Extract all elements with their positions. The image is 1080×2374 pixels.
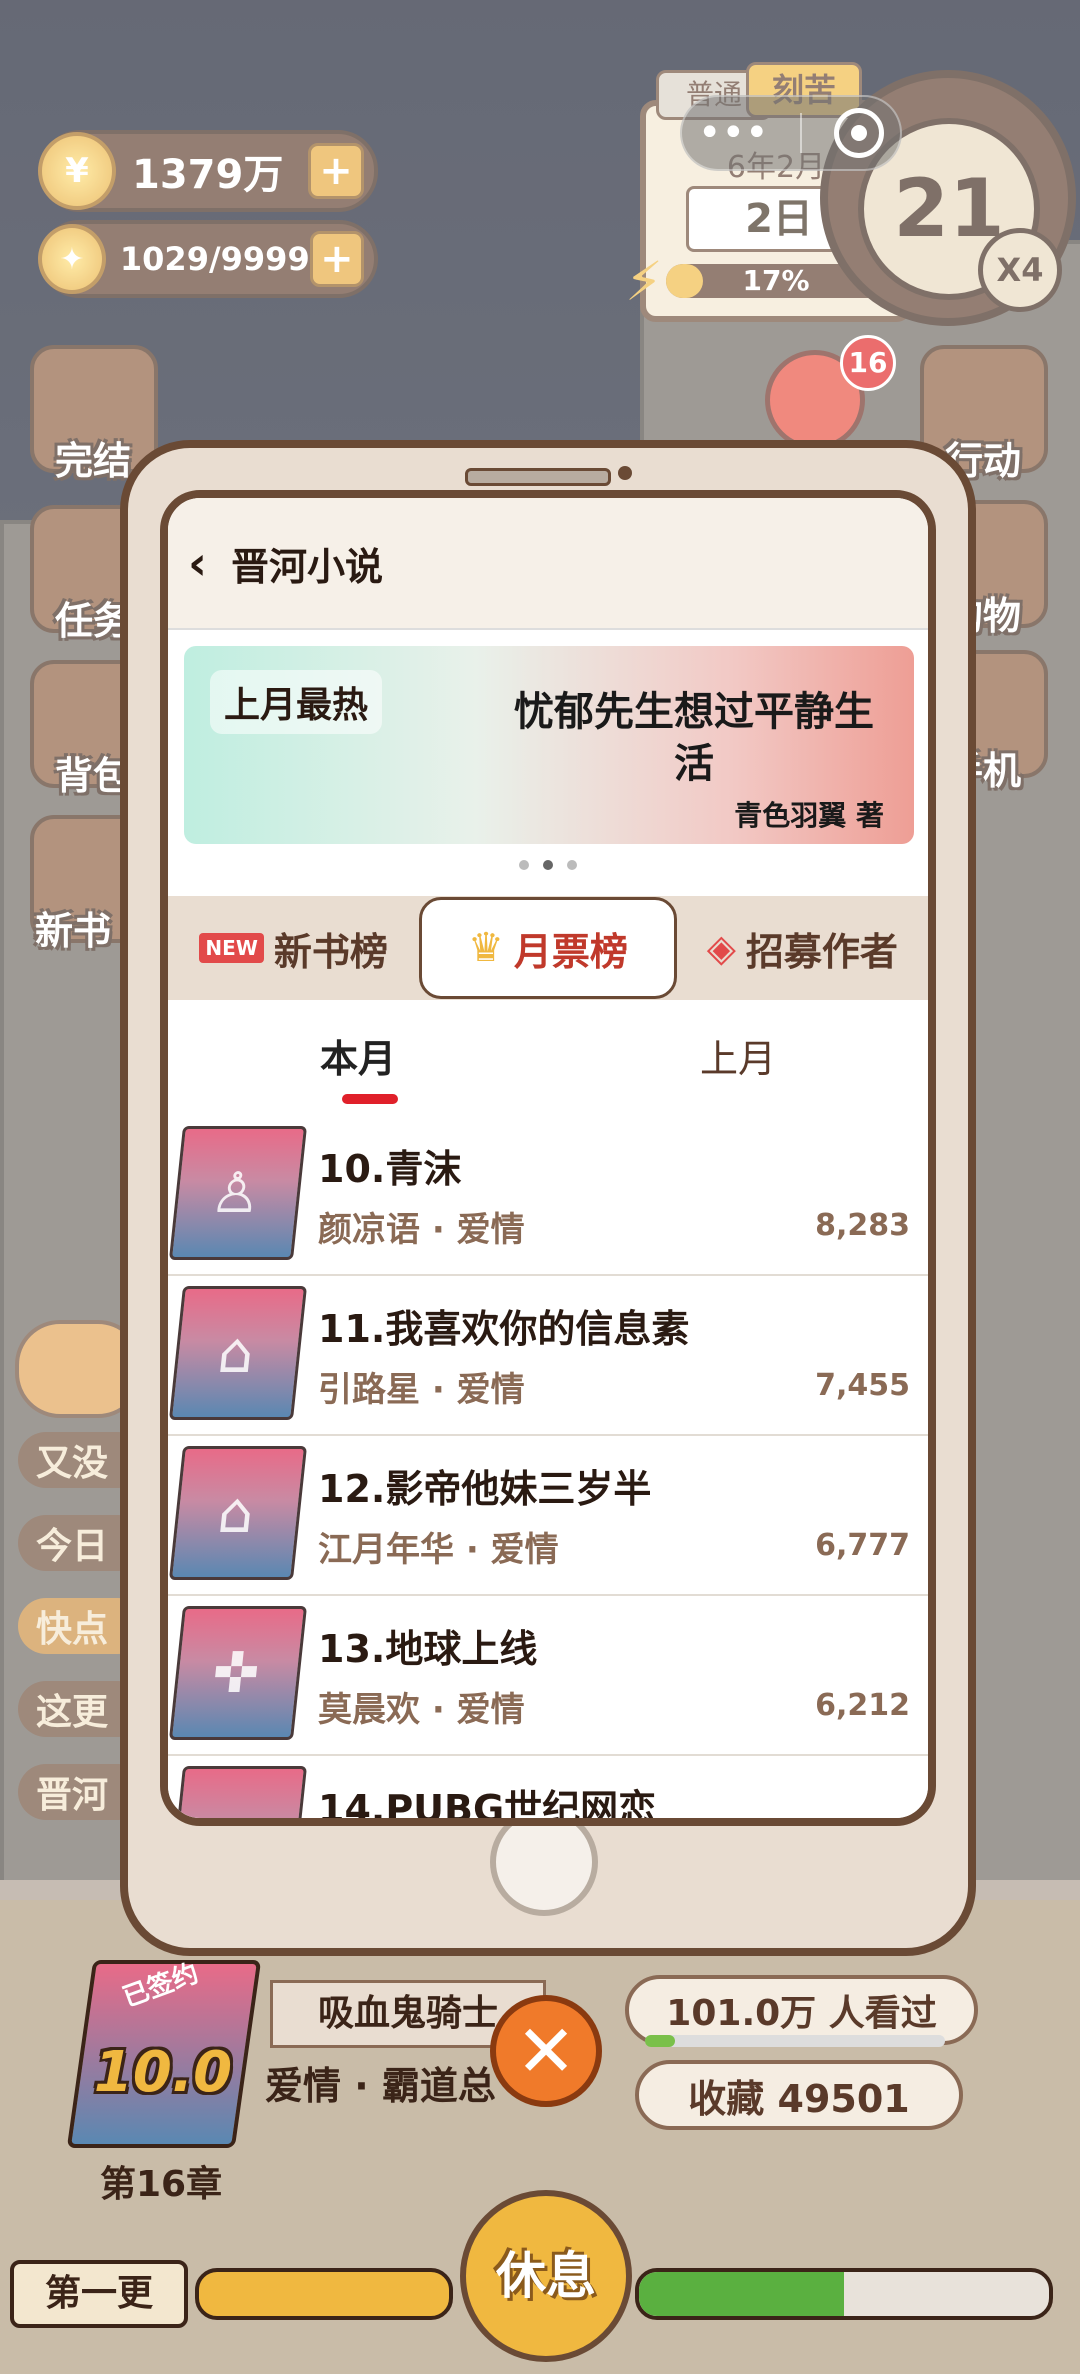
row-title: 11.我喜欢你的信息素 xyxy=(318,1307,690,1351)
phone-screen: ‹ 晋河小说 上月最热 忧郁先生想过平静生活 青色羽翼 著 NEW 新书榜 ♛ … xyxy=(160,490,936,1826)
book-cover: ⌂ xyxy=(168,1446,308,1580)
ranking-row[interactable]: ✜ 13.地球上线 莫晨欢 · 爱情 6,212 xyxy=(168,1596,928,1758)
carousel-dots xyxy=(168,860,928,880)
app-title: 晋河小说 xyxy=(230,544,383,589)
tab-monthly-votes[interactable]: ♛ 月票榜 xyxy=(419,897,677,999)
new-badge: NEW xyxy=(199,933,264,963)
chapter-label: 第16章 xyxy=(100,2164,223,2205)
row-author-genre: 引路星 · 爱情 xyxy=(318,1370,525,1410)
gamepad-icon: ✜ xyxy=(209,1641,263,1706)
tab-new-books[interactable]: NEW 新书榜 xyxy=(168,900,419,996)
ranking-row[interactable]: ⌂ 14.PUBG世纪网恋 xyxy=(168,1756,928,1826)
active-tab-underline xyxy=(342,1094,398,1104)
ranking-row[interactable]: ⌂ 11.我喜欢你的信息素 引路星 · 爱情 7,455 xyxy=(168,1276,928,1438)
row-title: 12.影帝他妹三岁半 xyxy=(318,1467,652,1511)
row-votes: 6,777 xyxy=(815,1528,910,1563)
writing-progress-bar xyxy=(635,2268,1053,2320)
writing-progress-fill xyxy=(639,2272,844,2316)
period-tabs: 本月 上月 xyxy=(168,1006,928,1116)
tab-recruit-authors-label: 招募作者 xyxy=(745,929,898,974)
graduation-cap-icon: ⌂ xyxy=(197,1799,274,1818)
ranking-tabs: NEW 新书榜 ♛ 月票榜 ◈ 招募作者 xyxy=(168,896,928,1000)
tab-new-books-label: 新书榜 xyxy=(273,929,388,974)
tab-recruit-authors[interactable]: ◈ 招募作者 xyxy=(677,900,928,996)
row-votes: 8,283 xyxy=(815,1208,910,1243)
app-nav-bar: ‹ 晋河小说 xyxy=(168,498,928,630)
carousel-dot-active xyxy=(543,860,553,870)
update-progress-bar xyxy=(195,2268,453,2320)
meditation-figure-icon: ♙ xyxy=(207,1161,265,1226)
handshake-icon: ◈ xyxy=(706,926,736,970)
favorites-pill: 收藏 49501 xyxy=(635,2060,963,2130)
book-cover: ⌂ xyxy=(168,1286,308,1420)
row-author-genre: 莫晨欢 · 爱情 xyxy=(318,1690,525,1730)
first-update-label: 第一更 xyxy=(10,2260,188,2328)
back-chevron-icon[interactable]: ‹ xyxy=(188,536,207,590)
banner-book-title: 忧郁先生想过平静生活 xyxy=(514,689,874,787)
rest-button[interactable]: 休息 xyxy=(460,2190,632,2362)
ranking-row[interactable]: ♙ 10.青沫 颜凉语 · 爱情 8,283 xyxy=(168,1116,928,1278)
row-author-genre: 颜凉语 · 爱情 xyxy=(318,1210,525,1250)
book-cover: ✜ xyxy=(168,1606,308,1740)
row-votes: 6,212 xyxy=(815,1688,910,1723)
carousel-dot xyxy=(519,860,529,870)
ranking-row[interactable]: ⌂ 12.影帝他妹三岁半 江月年华 · 爱情 6,777 xyxy=(168,1436,928,1598)
phone-camera xyxy=(618,466,632,480)
graduation-cap-icon: ⌂ xyxy=(214,1481,258,1546)
banner-author: 青色羽翼 著 xyxy=(734,799,884,832)
book-cover: ⌂ xyxy=(168,1766,308,1818)
phone-speaker xyxy=(465,468,611,486)
crown-icon: ♛ xyxy=(468,925,504,971)
banner-carousel[interactable]: 上月最热 忧郁先生想过平静生活 青色羽翼 著 xyxy=(184,646,914,844)
views-progress-fill xyxy=(645,2035,675,2047)
row-votes: 7,455 xyxy=(815,1368,910,1403)
tab-last-month[interactable]: 上月 xyxy=(548,1006,928,1116)
row-title: 10.青沫 xyxy=(318,1147,462,1191)
book-score: 10.0 xyxy=(93,2040,233,2105)
tab-monthly-votes-label: 月票榜 xyxy=(513,929,628,974)
graduation-cap-icon: ⌂ xyxy=(214,1321,258,1386)
banner-tag: 上月最热 xyxy=(210,670,383,734)
row-author-genre: 江月年华 · 爱情 xyxy=(318,1530,559,1570)
row-title: 13.地球上线 xyxy=(318,1627,538,1671)
row-title: 14.PUBG世纪网恋 xyxy=(318,1787,657,1826)
close-button[interactable]: ✕ xyxy=(490,1995,602,2107)
carousel-dot xyxy=(567,860,577,870)
current-book-genre: 爱情 · 霸道总 xyxy=(265,2064,496,2108)
views-progress-bar xyxy=(645,2035,945,2047)
book-cover: ♙ xyxy=(168,1126,308,1260)
